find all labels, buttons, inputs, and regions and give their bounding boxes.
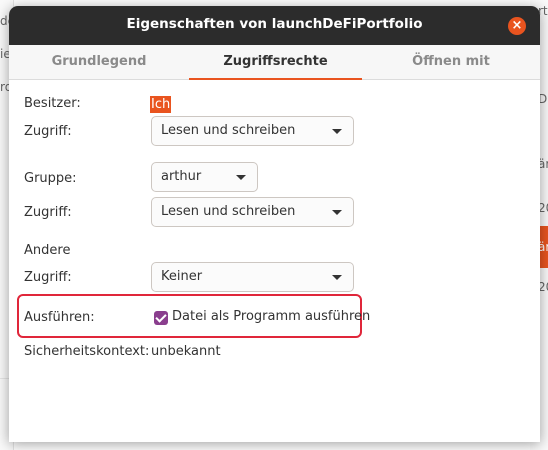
others-heading: Andere	[24, 243, 71, 258]
group-value: arthur	[161, 169, 202, 184]
group-label: Gruppe:	[24, 171, 77, 186]
group-access-value: Lesen und schreiben	[161, 204, 296, 219]
group-access-label: Zugriff:	[24, 205, 72, 220]
tab-bar: Grundlegend Zugriffsrechte Öffnen mit	[9, 45, 540, 81]
chevron-down-icon	[236, 175, 246, 180]
chevron-down-icon	[332, 210, 342, 215]
owner-label: Besitzer:	[24, 96, 81, 111]
security-context-label: Sicherheitskontext:	[24, 344, 150, 359]
close-icon: ×	[511, 18, 523, 33]
execute-label: Ausführen:	[24, 310, 95, 325]
permissions-panel: Besitzer: Ich Zugriff: Lesen und schreib…	[9, 80, 540, 442]
others-access-dropdown[interactable]: Keiner	[151, 262, 354, 292]
group-dropdown[interactable]: arthur	[151, 162, 258, 192]
others-access-value: Keiner	[161, 269, 203, 284]
group-access-dropdown[interactable]: Lesen und schreiben	[151, 197, 354, 227]
tab-open-with[interactable]: Öffnen mit	[362, 45, 540, 80]
close-button[interactable]: ×	[508, 17, 526, 35]
chevron-down-icon	[332, 129, 342, 134]
tab-basic[interactable]: Grundlegend	[9, 45, 189, 80]
properties-dialog: Eigenschaften von launchDeFiPortfolio × …	[9, 6, 540, 442]
owner-access-value: Lesen und schreiben	[161, 123, 296, 138]
dialog-title: Eigenschaften von launchDeFiPortfolio	[126, 16, 423, 32]
security-context-value: unbekannt	[151, 344, 221, 359]
owner-access-label: Zugriff:	[24, 124, 72, 139]
dialog-titlebar[interactable]: Eigenschaften von launchDeFiPortfolio ×	[9, 6, 540, 45]
checkbox-checked-icon[interactable]	[154, 311, 168, 325]
tab-permissions[interactable]: Zugriffsrechte	[189, 45, 362, 81]
owner-value: Ich	[150, 96, 172, 113]
chevron-down-icon	[332, 275, 342, 280]
execute-checkbox-label[interactable]: Datei als Programm ausführen	[172, 309, 370, 324]
owner-access-dropdown[interactable]: Lesen und schreiben	[151, 116, 354, 146]
others-access-label: Zugriff:	[24, 270, 72, 285]
